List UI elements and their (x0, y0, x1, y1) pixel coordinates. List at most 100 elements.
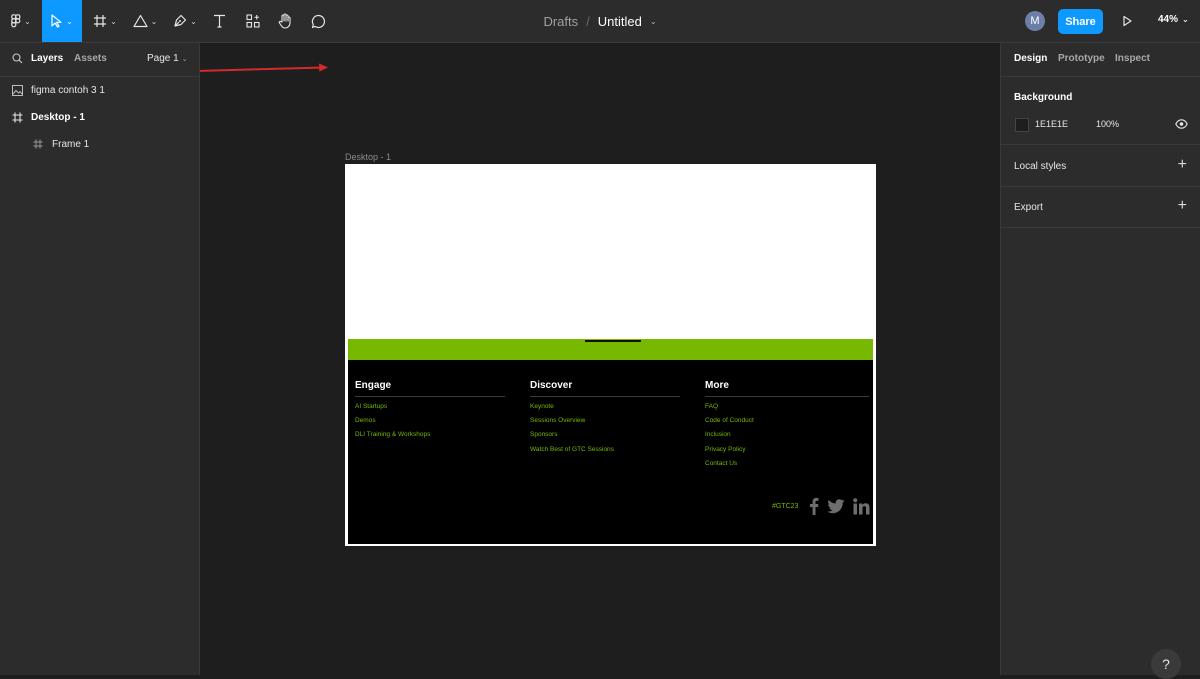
layers-panel: Layers Assets Page 1 ⌄ figma contoh 3 1 D… (0, 43, 200, 675)
footer-link[interactable]: Watch Best of GTC Sessions (530, 446, 680, 460)
page-name: Page 1 (147, 53, 179, 64)
share-button[interactable]: Share (1058, 9, 1103, 34)
footer-link[interactable]: Sponsors (530, 431, 680, 445)
red-arrow-annotation (200, 63, 328, 72)
frame-icon (12, 112, 23, 122)
resources-icon (246, 14, 260, 28)
footer-link[interactable]: Privacy Policy (705, 446, 869, 460)
hash-frame-icon (94, 15, 107, 27)
present-play-icon[interactable] (1120, 14, 1134, 28)
divider (355, 396, 505, 397)
page-selector[interactable]: Page 1 ⌄ (147, 53, 188, 64)
breadcrumb-separator: / (586, 13, 590, 29)
background-color-swatch[interactable] (1015, 118, 1029, 132)
background-heading: Background (1014, 92, 1073, 103)
tab-layers[interactable]: Layers (31, 53, 63, 64)
chevron-down-icon: ⌄ (150, 16, 158, 26)
tab-prototype[interactable]: Prototype (1058, 53, 1105, 64)
linkedin-icon[interactable] (853, 498, 870, 515)
chevron-down-icon[interactable]: ⌄ (650, 17, 657, 26)
footer-link[interactable]: Keynote (530, 403, 680, 417)
comment-bubble-icon (311, 14, 325, 28)
canvas[interactable]: Desktop - 1 Engage AI Startups Demos DLI… (200, 43, 1000, 675)
avatar[interactable]: M (1025, 11, 1045, 31)
layer-item-frame-1[interactable]: Frame 1 (0, 131, 199, 157)
export-section: Export + (1001, 186, 1200, 228)
text-T-icon (213, 14, 225, 28)
footer-link[interactable]: Code of Conduct (705, 417, 869, 431)
right-panel-tabs: Design Prototype Inspect (1001, 43, 1200, 77)
left-panel-tabs: Layers Assets Page 1 ⌄ (0, 43, 199, 77)
tab-inspect[interactable]: Inspect (1115, 53, 1150, 64)
breadcrumb-drafts-link[interactable]: Drafts (543, 14, 578, 29)
tab-assets[interactable]: Assets (74, 53, 107, 64)
frame-icon (33, 139, 43, 149)
chevron-down-icon: ⌄ (24, 16, 31, 26)
pen-tool-button[interactable]: ⌄ (168, 0, 202, 42)
facebook-icon[interactable] (809, 497, 819, 515)
site-footer[interactable]: Engage AI Startups Demos DLI Training & … (348, 360, 873, 544)
properties-panel: Design Prototype Inspect Background 1E1E… (1000, 43, 1200, 675)
layer-item-image[interactable]: figma contoh 3 1 (0, 77, 199, 103)
background-opacity-input[interactable]: 100% (1096, 119, 1119, 129)
cursor-arrow-icon (51, 14, 62, 28)
footer-link[interactable]: Demos (355, 417, 505, 431)
desktop-frame[interactable]: Engage AI Startups Demos DLI Training & … (345, 164, 876, 546)
comment-tool-button[interactable] (305, 0, 331, 42)
text-tool-button[interactable] (206, 0, 232, 42)
footer-link[interactable]: Sessions Overview (530, 417, 680, 431)
zoom-level: 44% (1158, 14, 1179, 25)
divider (530, 396, 680, 397)
layer-name: Frame 1 (52, 138, 90, 150)
footer-link[interactable]: AI Startups (355, 403, 505, 417)
search-icon[interactable] (12, 53, 23, 64)
main-menu-button[interactable]: ⌄ (4, 0, 38, 42)
toolbar: ⌄ ⌄ ⌄ ⌄ ⌄ Drafts / Untitled ⌄ M Share 44… (0, 0, 1200, 43)
background-hex-input[interactable]: 1E1E1E (1035, 119, 1068, 129)
hashtag-text: #GTC23 (772, 503, 799, 510)
dark-tab-marker (585, 340, 641, 342)
resources-tool-button[interactable] (240, 0, 266, 42)
local-styles-heading: Local styles (1014, 161, 1067, 172)
divider (705, 396, 869, 397)
zoom-menu[interactable]: 44% ⌄ (1158, 14, 1189, 25)
footer-link[interactable]: Inclusion (705, 431, 869, 445)
footer-link[interactable]: Contact Us (705, 460, 869, 474)
layer-name: Desktop - 1 (31, 111, 85, 123)
green-banner-strip (348, 339, 873, 360)
hand-icon (278, 13, 291, 29)
shape-tool-button[interactable]: ⌄ (128, 0, 162, 42)
tab-design[interactable]: Design (1014, 53, 1047, 64)
background-section: Background (1001, 77, 1200, 145)
chevron-down-icon: ⌄ (110, 16, 117, 26)
footer-column-title: Discover (530, 380, 573, 391)
footer-column-discover: Discover Keynote Sessions Overview Spons… (530, 380, 680, 460)
chevron-down-icon: ⌄ (190, 16, 197, 26)
layer-item-desktop-1[interactable]: Desktop - 1 (0, 104, 199, 130)
add-local-style-plus-icon[interactable]: + (1178, 157, 1187, 173)
figma-logo-icon (11, 14, 21, 28)
footer-column-more: More FAQ Code of Conduct Inclusion Priva… (705, 380, 869, 474)
footer-link[interactable]: DLI Training & Workshops (355, 431, 505, 445)
add-export-plus-icon[interactable]: + (1178, 198, 1187, 214)
footer-link[interactable]: FAQ (705, 403, 869, 417)
twitter-icon[interactable] (827, 499, 845, 514)
file-title[interactable]: Untitled (598, 14, 642, 29)
move-tool-button[interactable]: ⌄ (42, 0, 82, 42)
export-heading: Export (1014, 202, 1043, 213)
eye-icon[interactable] (1175, 119, 1188, 129)
frame-tool-button[interactable]: ⌄ (88, 0, 122, 42)
local-styles-section: Local styles + (1001, 145, 1200, 187)
frame-label[interactable]: Desktop - 1 (345, 152, 391, 162)
footer-column-title: More (705, 380, 729, 391)
triangle-icon (133, 14, 148, 28)
hand-tool-button[interactable] (272, 0, 298, 42)
pen-icon (174, 14, 187, 27)
footer-column-title: Engage (355, 380, 392, 391)
layer-name: figma contoh 3 1 (31, 84, 105, 96)
image-icon (12, 84, 23, 96)
chevron-down-icon: ⌄ (181, 56, 188, 63)
chevron-down-icon: ⌄ (1182, 15, 1189, 24)
footer-column-engage: Engage AI Startups Demos DLI Training & … (355, 380, 505, 446)
chevron-down-icon: ⌄ (66, 16, 73, 26)
